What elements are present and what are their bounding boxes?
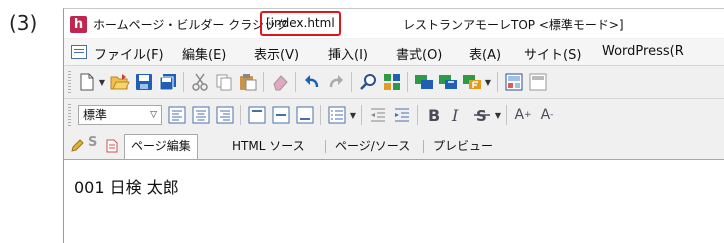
align-left-icon[interactable] xyxy=(167,105,187,125)
menu-edit[interactable]: 編集(E) xyxy=(182,44,226,63)
content-text: 001 日検 太郎 xyxy=(74,178,179,197)
cut-icon[interactable] xyxy=(190,72,210,92)
indent-decrease-icon[interactable] xyxy=(368,105,388,125)
align-right-icon[interactable] xyxy=(215,105,235,125)
layout-icon[interactable] xyxy=(528,72,548,92)
step-label: (3) xyxy=(9,11,38,35)
format-toolbar: 標準 ▽ ▼ B I S ▼ A + A - xyxy=(64,99,724,131)
tab-divider xyxy=(325,140,326,153)
title-app-name: ホームページ・ビルダー クラシック xyxy=(93,18,288,32)
menu-format[interactable]: 書式(O) xyxy=(396,44,442,63)
copy-icon[interactable] xyxy=(214,72,234,92)
app-icon[interactable]: h xyxy=(70,16,87,33)
valign-top-icon[interactable] xyxy=(247,105,267,125)
menu-file[interactable]: ファイル(F) xyxy=(94,44,164,63)
svg-text:I: I xyxy=(451,106,459,124)
find-replace-icon[interactable] xyxy=(358,72,378,92)
tab-page-source[interactable]: ページ/ソース xyxy=(329,134,416,158)
new-page-icon[interactable] xyxy=(77,72,97,92)
paragraph-style-value: 標準 xyxy=(83,108,108,122)
superscript-letter: A xyxy=(514,107,525,123)
toolbar-separator xyxy=(240,105,241,125)
window-menu-icon[interactable] xyxy=(71,45,87,59)
style-icon[interactable]: S xyxy=(88,135,97,150)
subscript-letter: A xyxy=(540,107,551,123)
menu-bar: ファイル(F) 編集(E) 表示(V) 挿入(I) 書式(O) 表(A) サイト… xyxy=(64,39,724,65)
save-all-icon[interactable] xyxy=(158,72,178,92)
frame-icon[interactable] xyxy=(504,72,524,92)
spell-check-icon[interactable] xyxy=(382,72,402,92)
eraser-icon[interactable] xyxy=(270,72,290,92)
superscript-icon[interactable]: A + xyxy=(513,105,533,125)
publish-icon[interactable] xyxy=(438,72,458,92)
indent-increase-icon[interactable] xyxy=(392,105,412,125)
new-page-dropdown-icon[interactable]: ▼ xyxy=(98,72,106,92)
app-window: h ホームページ・ビルダー クラシック [index.html レストランアモー… xyxy=(63,8,724,243)
ftp-icon[interactable] xyxy=(462,72,482,92)
title-bar: h ホームページ・ビルダー クラシック [index.html レストランアモー… xyxy=(64,9,724,38)
chevron-down-icon: ▽ xyxy=(150,110,157,120)
toolbar-separator xyxy=(407,72,408,92)
transfer-dropdown-icon[interactable]: ▼ xyxy=(484,72,492,92)
title-file-name-highlight: [index.html xyxy=(260,11,341,36)
view-tabs: S ページ編集 HTML ソース ページ/ソース プレビュー xyxy=(64,131,724,159)
align-center-icon[interactable] xyxy=(191,105,211,125)
svg-text:B: B xyxy=(428,106,440,124)
menu-table[interactable]: 表(A) xyxy=(469,44,501,63)
paste-icon[interactable] xyxy=(238,72,258,92)
edit-pen-icon[interactable] xyxy=(70,138,84,152)
tab-divider xyxy=(423,140,424,153)
menu-insert[interactable]: 挿入(I) xyxy=(328,44,368,63)
toolbar-separator xyxy=(295,72,296,92)
toolbar-separator xyxy=(417,105,418,125)
toolbar-separator xyxy=(506,105,507,125)
tab-html-source[interactable]: HTML ソース xyxy=(226,134,311,158)
toolbar-separator xyxy=(183,72,184,92)
save-icon[interactable] xyxy=(134,72,154,92)
strikethrough-icon[interactable]: S xyxy=(472,105,492,125)
document-icon[interactable] xyxy=(106,138,118,153)
editing-area[interactable]: 001 日検 太郎 xyxy=(64,159,724,243)
toolbar-grip[interactable] xyxy=(68,104,71,126)
standard-toolbar: ▼ ▼ xyxy=(64,66,724,98)
toolbar-separator xyxy=(361,105,362,125)
subscript-icon[interactable]: A- xyxy=(537,105,557,125)
valign-bottom-icon[interactable] xyxy=(295,105,315,125)
superscript-sign: + xyxy=(524,110,532,120)
list-icon[interactable] xyxy=(327,105,347,125)
tab-page-edit[interactable]: ページ編集 xyxy=(124,134,198,159)
toolbar-separator xyxy=(351,72,352,92)
menu-site[interactable]: サイト(S) xyxy=(524,44,581,63)
toolbar-separator xyxy=(497,72,498,92)
redo-icon[interactable] xyxy=(326,72,346,92)
toolbar-separator xyxy=(320,105,321,125)
toolbar-grip[interactable] xyxy=(68,71,71,93)
list-dropdown-icon[interactable]: ▼ xyxy=(349,105,357,125)
subscript-sign: - xyxy=(550,110,554,120)
tab-preview[interactable]: プレビュー xyxy=(427,134,499,158)
site-view-icon[interactable] xyxy=(414,72,434,92)
bold-icon[interactable]: B xyxy=(424,105,444,125)
paragraph-style-select[interactable]: 標準 ▽ xyxy=(78,105,162,125)
open-folder-icon[interactable] xyxy=(110,72,130,92)
title-document-name: レストランアモーレTOP <標準モード>] xyxy=(403,18,624,32)
menu-view[interactable]: 表示(V) xyxy=(254,44,299,63)
text-decoration-dropdown-icon[interactable]: ▼ xyxy=(494,105,502,125)
menu-wordpress[interactable]: WordPress(R xyxy=(602,44,684,59)
italic-icon[interactable]: I xyxy=(448,105,468,125)
undo-icon[interactable] xyxy=(302,72,322,92)
toolbar-separator xyxy=(263,72,264,92)
valign-middle-icon[interactable] xyxy=(271,105,291,125)
